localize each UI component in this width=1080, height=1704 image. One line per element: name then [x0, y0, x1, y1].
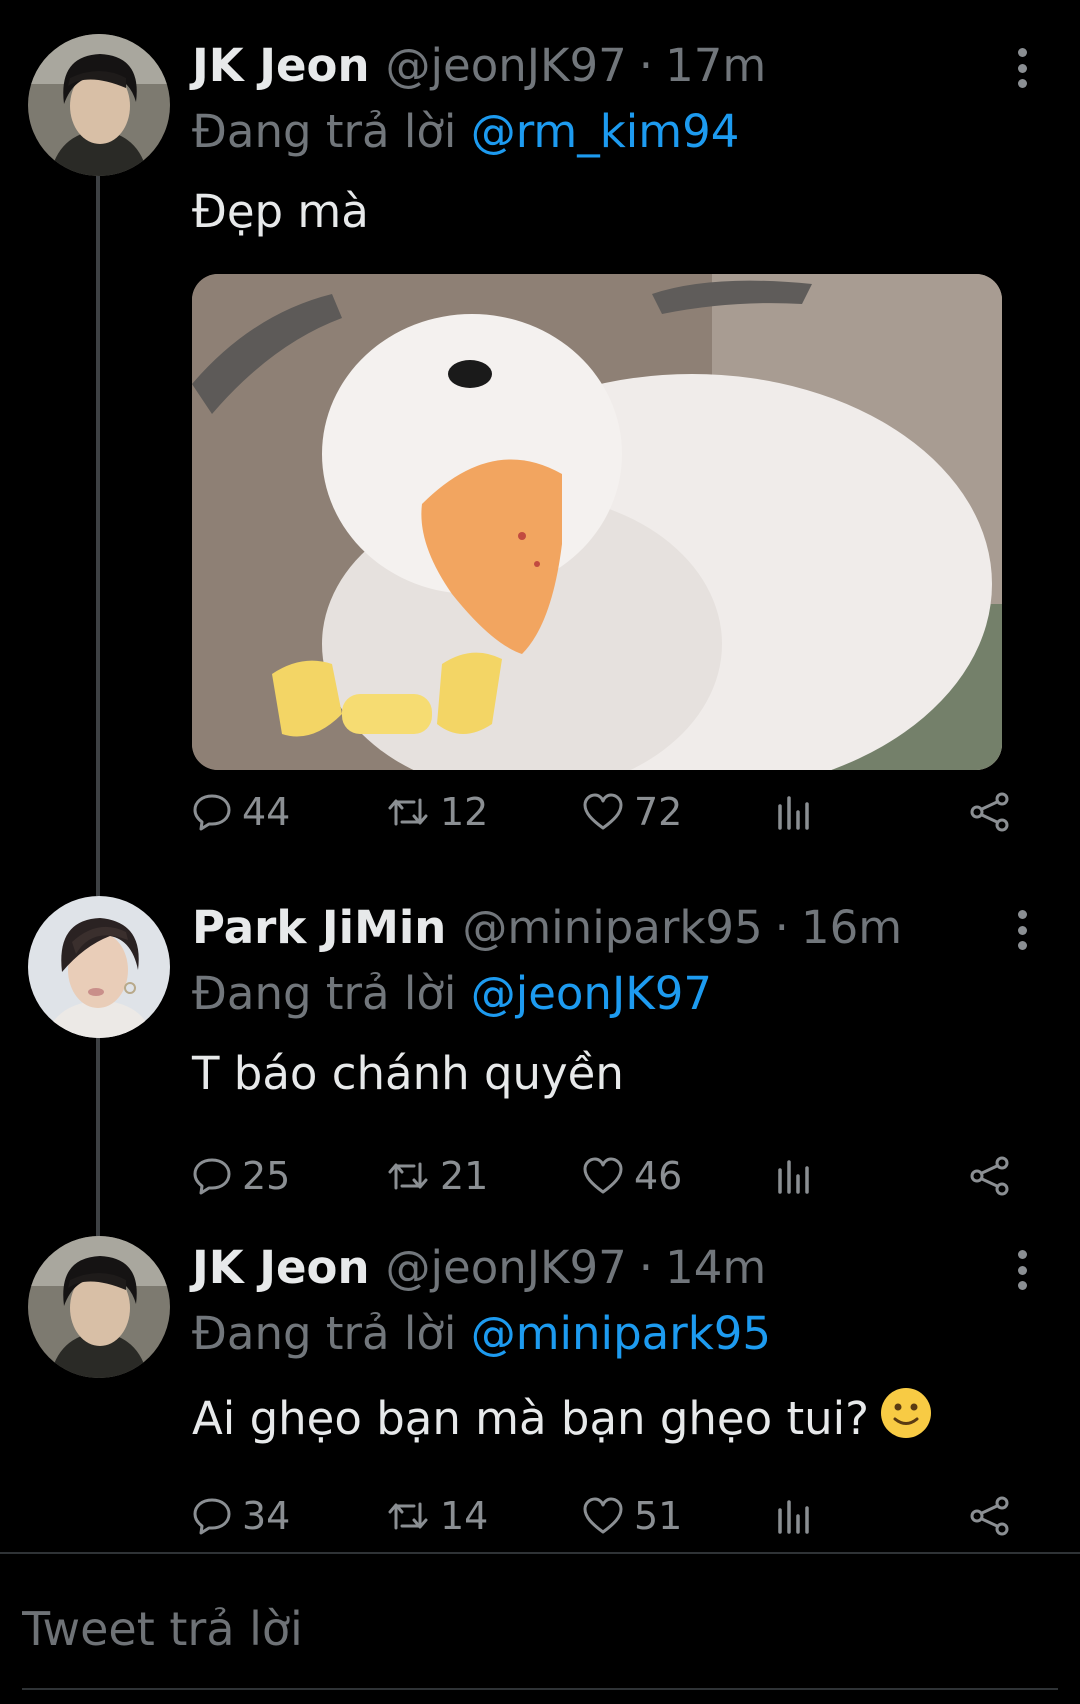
replying-to-line: Đang trả lời @jeonJK97 — [192, 966, 712, 1022]
tweet-actions: 44 12 72 — [192, 782, 1022, 842]
retweet-count: 14 — [440, 1494, 489, 1538]
replying-prefix: Đang trả lời — [192, 1307, 471, 1360]
analytics-icon — [778, 796, 809, 830]
tweet-actions: 34 14 51 — [192, 1486, 1022, 1546]
separator-dot: · — [774, 901, 789, 954]
timestamp[interactable]: 14m — [665, 1240, 766, 1296]
tweet[interactable]: JK Jeon @jeonJK97 · 17m Đang trả lời @rm… — [0, 34, 1080, 834]
like-icon — [583, 1157, 623, 1194]
timestamp[interactable]: 16m — [801, 900, 902, 956]
avatar[interactable] — [28, 1236, 170, 1378]
reply-count: 44 — [242, 790, 291, 834]
display-name[interactable]: JK Jeon — [192, 38, 370, 94]
reply-count: 25 — [242, 1154, 291, 1198]
avatar[interactable] — [28, 34, 170, 176]
tweet[interactable]: JK Jeon @jeonJK97 · 14m Đang trả lời @mi… — [0, 1236, 1080, 1538]
more-icon[interactable] — [1010, 1250, 1034, 1290]
reply-icon — [193, 794, 231, 831]
share-icon — [970, 1496, 1009, 1536]
like-icon — [583, 793, 623, 830]
tweet-actions: 25 21 46 — [192, 1146, 1022, 1206]
retweet-icon — [388, 1162, 428, 1190]
tweet[interactable]: Park JiMin @minipark95 · 16m Đang trả lờ… — [0, 896, 1080, 1206]
reply-input-underline — [22, 1688, 1058, 1690]
retweet-button[interactable]: 21 — [386, 1146, 488, 1206]
timestamp[interactable]: 17m — [665, 38, 766, 94]
mention-link[interactable]: @jeonJK97 — [471, 967, 712, 1020]
separator-dot: · — [638, 1241, 654, 1294]
replying-to-line: Đang trả lời @minipark95 — [192, 1306, 771, 1362]
reply-button[interactable]: 44 — [192, 782, 290, 842]
replying-prefix: Đang trả lời — [192, 967, 471, 1020]
retweet-count: 21 — [440, 1154, 489, 1198]
share-button[interactable] — [968, 1486, 1012, 1546]
tweet-header: JK Jeon @jeonJK97 · 17m — [192, 38, 766, 94]
user-handle[interactable]: @jeonJK97 — [386, 38, 627, 94]
reply-composer — [0, 1552, 1080, 1704]
tweet-media-image[interactable] — [192, 274, 1002, 770]
analytics-icon — [778, 1160, 809, 1194]
reply-button[interactable]: 25 — [192, 1146, 290, 1206]
replying-to-line: Đang trả lời @rm_kim94 — [192, 104, 739, 160]
display-name[interactable]: Park JiMin — [192, 900, 446, 956]
mention-link[interactable]: @rm_kim94 — [471, 105, 740, 158]
display-name[interactable]: JK Jeon — [192, 1240, 370, 1296]
like-count: 46 — [634, 1154, 683, 1198]
like-button[interactable]: 51 — [582, 1486, 682, 1546]
analytics-button[interactable] — [776, 782, 812, 842]
like-button[interactable]: 46 — [582, 1146, 682, 1206]
like-button[interactable]: 72 — [582, 782, 682, 842]
reply-icon — [193, 1158, 231, 1195]
retweet-button[interactable]: 14 — [386, 1486, 488, 1546]
user-handle[interactable]: @minipark95 — [462, 900, 762, 956]
reply-button[interactable]: 34 — [192, 1486, 290, 1546]
tweet-text: Ai ghẹo bạn mà bạn ghẹo tui? — [192, 1392, 869, 1445]
replying-prefix: Đang trả lời — [192, 105, 471, 158]
tweet-header: JK Jeon @jeonJK97 · 14m — [192, 1240, 766, 1296]
mention-link[interactable]: @minipark95 — [471, 1307, 771, 1360]
user-handle[interactable]: @jeonJK97 — [386, 1240, 627, 1296]
slight-smile-emoji — [879, 1386, 933, 1453]
tweet-text: Đẹp mà — [192, 185, 369, 238]
more-icon[interactable] — [1010, 910, 1034, 950]
share-icon — [970, 1156, 1009, 1196]
reply-thread: JK Jeon @jeonJK97 · 17m Đang trả lời @rm… — [0, 0, 1080, 1704]
tweet-header: Park JiMin @minipark95 · 16m — [192, 900, 902, 956]
retweet-count: 12 — [440, 790, 489, 834]
analytics-button[interactable] — [776, 1486, 812, 1546]
duck-photo — [192, 274, 1002, 770]
like-count: 51 — [634, 1494, 683, 1538]
separator-dot: · — [638, 39, 654, 92]
tweet-text-line: Ai ghẹo bạn mà bạn ghẹo tui? — [192, 1386, 933, 1453]
more-icon[interactable] — [1010, 48, 1034, 88]
share-button[interactable] — [968, 782, 1012, 842]
reply-count: 34 — [242, 1494, 291, 1538]
reply-input[interactable] — [22, 1596, 1052, 1662]
share-button[interactable] — [968, 1146, 1012, 1206]
analytics-button[interactable] — [776, 1146, 812, 1206]
retweet-icon — [388, 798, 428, 826]
retweet-button[interactable]: 12 — [386, 782, 488, 842]
like-count: 72 — [634, 790, 683, 834]
avatar[interactable] — [28, 896, 170, 1038]
retweet-icon — [388, 1502, 428, 1530]
like-icon — [583, 1497, 623, 1534]
analytics-icon — [778, 1500, 809, 1534]
tweet-text: T báo chánh quyền — [192, 1047, 624, 1100]
share-icon — [970, 792, 1009, 832]
reply-icon — [193, 1498, 231, 1535]
